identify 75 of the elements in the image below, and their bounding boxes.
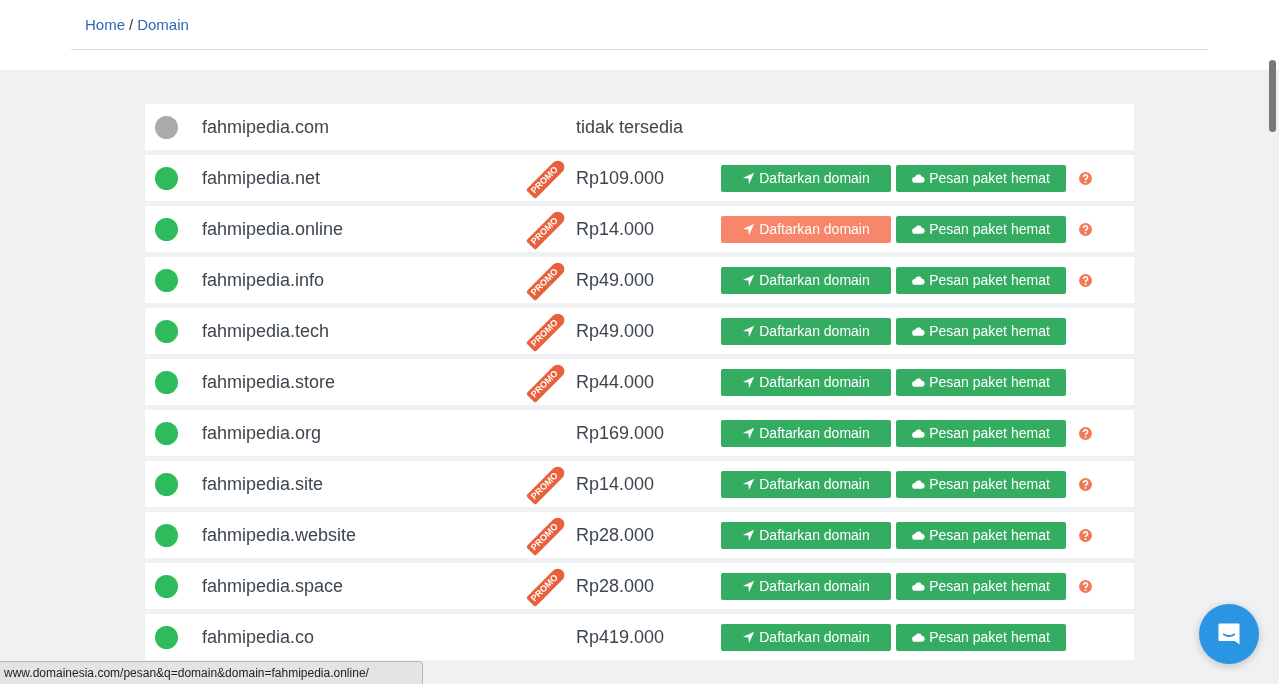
price: Rp169.000	[576, 422, 666, 444]
navigation-arrow-icon	[742, 273, 756, 287]
help-icon[interactable]	[1079, 273, 1092, 287]
help-icon[interactable]	[1079, 477, 1092, 491]
help-icon[interactable]	[1079, 171, 1092, 185]
domain-name: fahmipedia.site	[202, 473, 325, 495]
domain-name: fahmipedia.info	[202, 269, 326, 291]
domain-name: fahmipedia.store	[202, 371, 337, 393]
domain-name: fahmipedia.space	[202, 575, 345, 597]
register-domain-button[interactable]: Daftarkan domain	[721, 164, 891, 192]
cloud-icon	[912, 426, 926, 440]
domain-name: fahmipedia.co	[202, 626, 316, 648]
price: Rp28.000	[576, 524, 656, 546]
navigation-arrow-icon	[742, 579, 756, 593]
breadcrumb-link[interactable]: Domain	[137, 16, 189, 33]
help-icon[interactable]	[1079, 426, 1092, 440]
cloud-icon	[912, 324, 926, 338]
navigation-arrow-icon	[742, 375, 756, 389]
price: Rp44.000	[576, 371, 656, 393]
price: Rp49.000	[576, 269, 656, 291]
bundle-order-button[interactable]: Pesan paket hemat	[896, 215, 1066, 243]
bundle-order-button[interactable]: Pesan paket hemat	[896, 623, 1066, 651]
navigation-arrow-icon	[742, 426, 756, 440]
price: Rp14.000	[576, 473, 656, 495]
domain-name: fahmipedia.online	[202, 218, 345, 240]
price: Rp14.000	[576, 218, 656, 240]
help-icon[interactable]	[1079, 579, 1092, 593]
cloud-icon	[912, 222, 926, 236]
navigation-arrow-icon	[742, 171, 756, 185]
navigation-arrow-icon	[742, 222, 756, 236]
cloud-icon	[912, 273, 926, 287]
domain-name: fahmipedia.tech	[202, 320, 331, 342]
price: Rp49.000	[576, 320, 656, 342]
cloud-icon	[912, 579, 926, 593]
cloud-icon	[912, 375, 926, 389]
domain-name: fahmipedia.org	[202, 422, 323, 444]
price: Rp28.000	[576, 575, 656, 597]
bundle-order-button[interactable]: Pesan paket hemat	[896, 572, 1066, 600]
register-domain-button[interactable]: Daftarkan domain	[721, 623, 891, 651]
register-domain-button[interactable]: Daftarkan domain	[721, 419, 891, 447]
status-bar-url: www.domainesia.com/pesan&q=domain&domain=fahmipedia.online/	[0, 661, 423, 684]
bundle-order-button[interactable]: Pesan paket hemat	[896, 368, 1066, 396]
register-domain-button[interactable]: Daftarkan domain	[721, 266, 891, 294]
cloud-icon	[912, 171, 926, 185]
bundle-order-button[interactable]: Pesan paket hemat	[896, 419, 1066, 447]
cloud-icon	[912, 528, 926, 542]
cloud-icon	[912, 477, 926, 491]
register-domain-button[interactable]: Daftarkan domain	[721, 470, 891, 498]
bundle-order-button[interactable]: Pesan paket hemat	[896, 266, 1066, 294]
price: Rp109.000	[576, 167, 666, 189]
navigation-arrow-icon	[742, 477, 756, 491]
bundle-order-button[interactable]: Pesan paket hemat	[896, 521, 1066, 549]
cloud-icon	[912, 630, 926, 644]
scrollbar-thumb[interactable]	[1269, 60, 1276, 132]
navigation-arrow-icon	[742, 528, 756, 542]
register-domain-button[interactable]: Daftarkan domain	[721, 521, 891, 549]
domain-name: fahmipedia.net	[202, 167, 322, 189]
register-domain-button[interactable]: Daftarkan domain	[721, 572, 891, 600]
register-domain-button[interactable]: Daftarkan domain	[721, 368, 891, 396]
register-domain-button[interactable]: Daftarkan domain	[721, 317, 891, 345]
domain-name: fahmipedia.website	[202, 524, 358, 546]
bundle-order-button[interactable]: Pesan paket hemat	[896, 470, 1066, 498]
help-icon[interactable]	[1079, 222, 1092, 236]
navigation-arrow-icon	[742, 324, 756, 338]
breadcrumb-link[interactable]: Home	[85, 16, 125, 33]
register-domain-button[interactable]: Daftarkan domain	[721, 215, 891, 243]
price: tidak tersedia	[576, 116, 685, 138]
chat-button[interactable]	[1199, 604, 1259, 664]
breadcrumb-separator: /	[129, 16, 134, 33]
bundle-order-button[interactable]: Pesan paket hemat	[896, 317, 1066, 345]
bundle-order-button[interactable]: Pesan paket hemat	[896, 164, 1066, 192]
navigation-arrow-icon	[742, 630, 756, 644]
price: Rp419.000	[576, 626, 666, 648]
help-icon[interactable]	[1079, 528, 1092, 542]
domain-name: fahmipedia.com	[202, 116, 331, 138]
